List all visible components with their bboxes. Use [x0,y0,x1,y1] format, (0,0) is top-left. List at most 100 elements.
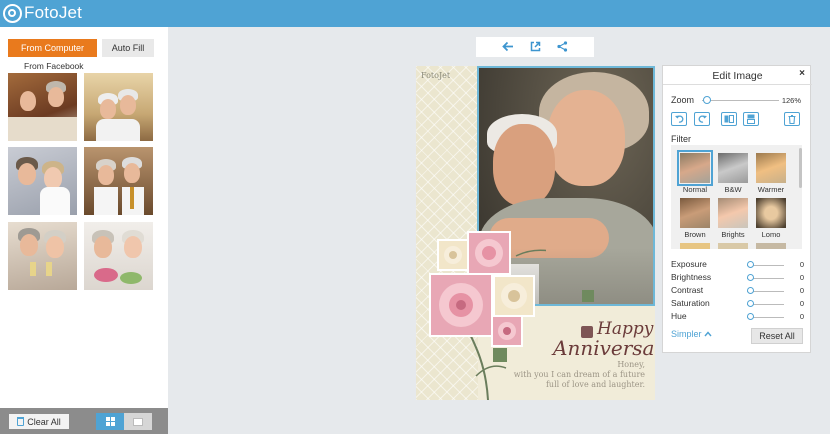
rotate-right-icon [698,115,707,123]
clear-all-label: Clear All [27,416,61,427]
zoom-value: 126% [781,96,801,105]
contrast-value: 0 [799,286,804,295]
rotate-right-button[interactable] [694,112,710,126]
saturation-value: 0 [799,299,804,308]
share-icon[interactable] [557,40,568,54]
hue-row: Hue 0 [671,311,804,322]
single-view-button[interactable] [124,413,152,430]
filter-more-1[interactable] [677,243,713,249]
fotojet-logo[interactable]: FotoJet [3,3,82,23]
rotate-left-icon [674,115,683,123]
brightness-slider-handle[interactable] [747,274,754,281]
contrast-slider-handle[interactable] [747,287,754,294]
photo-thumbnail-4[interactable] [84,147,153,215]
leaf-square [582,290,594,302]
card-message[interactable]: Honey, with you I can dream of a future … [505,360,645,390]
hue-value: 0 [799,312,804,321]
hue-label: Hue [671,311,687,321]
filter-name: Normal [682,185,708,194]
exposure-label: Exposure [671,259,707,269]
from-facebook-link[interactable]: From Facebook [24,61,84,71]
saturation-slider-handle[interactable] [747,300,754,307]
trash-icon [17,417,25,426]
filter-preview-thumb [680,198,710,228]
zoom-label: Zoom [671,95,695,105]
filter-more-3[interactable] [753,243,789,249]
photo-thumbnail-1[interactable] [8,73,77,141]
flip-horizontal-icon [724,115,734,123]
filter-bw[interactable]: B&W [715,153,751,194]
anniversary-card-canvas[interactable]: FotoJet Happy Anniversary Honey, with yo… [416,66,655,400]
photo-thumbnail-3[interactable] [8,147,77,215]
card-message-line: Honey, [617,360,645,369]
logo-text: FotoJet [24,3,83,22]
photo-thumbnail-6[interactable] [84,222,153,290]
back-arrow-icon[interactable] [502,41,514,54]
panel-title: Edit Image [712,70,763,82]
filter-scrollbar[interactable] [799,148,802,188]
contrast-row: Contrast 0 [671,285,804,296]
filter-preview-thumb [718,198,748,228]
saturation-label: Saturation [671,298,710,308]
filter-preview-thumb [680,243,710,249]
simpler-toggle[interactable]: Simpler [671,329,712,339]
close-icon[interactable]: × [799,68,805,79]
brightness-value: 0 [799,273,804,282]
filter-preview-thumb [756,243,786,249]
card-title-anniversary[interactable]: Anniversary [553,336,655,360]
card-message-line: with you I can dream of a future [513,370,645,379]
grid-view-button[interactable] [96,413,124,430]
exposure-value: 0 [799,260,804,269]
filter-list[interactable]: Normal B&W Warmer Brown Brights Lomo [671,145,802,249]
brightness-label: Brightness [671,272,712,282]
contrast-label: Contrast [671,285,704,295]
panel-divider [663,84,812,85]
rotate-left-button[interactable] [671,112,687,126]
canvas-toolbar [476,37,594,57]
filter-label: Filter [671,134,691,144]
card-brand-label: FotoJet [421,71,451,80]
filter-brights[interactable]: Brights [715,198,751,239]
zoom-slider-track[interactable] [702,100,779,101]
brightness-row: Brightness 0 [671,272,804,283]
open-icon[interactable] [530,41,541,54]
edit-image-panel: Edit Image × Zoom 126% Filter Normal B&W… [662,65,812,353]
filter-preview-thumb [718,243,748,249]
photo-thumbnail-5[interactable] [8,222,77,290]
filter-brown[interactable]: Brown [677,198,713,239]
top-bar: FotoJet [0,0,830,27]
simpler-label: Simpler [671,329,702,339]
clear-all-button[interactable]: Clear All [9,414,69,429]
chevron-up-icon [704,329,712,339]
filter-preview-thumb [756,153,786,183]
single-view-icon [133,417,143,426]
auto-fill-button[interactable]: Auto Fill [102,39,154,57]
saturation-row: Saturation 0 [671,298,804,309]
filter-lomo[interactable]: Lomo [753,198,789,239]
filter-more-2[interactable] [715,243,751,249]
filter-name: Brights [721,230,745,239]
photo-sidebar: From Computer Auto Fill From Facebook [0,27,168,408]
filter-preview-thumb [677,150,713,186]
flip-vertical-icon [747,114,755,124]
trash-icon [788,114,796,124]
filter-preview-thumb [756,198,786,228]
filter-normal[interactable]: Normal [677,150,713,194]
from-computer-button[interactable]: From Computer [8,39,97,57]
photo-thumbnail-2[interactable] [84,73,153,141]
flip-vertical-button[interactable] [743,112,759,126]
filter-name: Lomo [761,230,781,239]
filter-name: B&W [724,185,742,194]
grid-icon [105,417,115,426]
exposure-slider-handle[interactable] [747,261,754,268]
filter-preview-thumb [718,153,748,183]
sidebar-bottom-bar: Clear All [0,408,168,434]
hue-slider-handle[interactable] [747,313,754,320]
delete-image-button[interactable] [784,112,800,126]
reset-all-button[interactable]: Reset All [751,328,803,344]
filter-warmer[interactable]: Warmer [753,153,789,194]
flip-horizontal-button[interactable] [721,112,737,126]
zoom-slider-handle[interactable] [703,96,711,104]
card-message-line: full of love and laughter. [545,380,645,389]
logo-mark-icon [3,3,22,23]
